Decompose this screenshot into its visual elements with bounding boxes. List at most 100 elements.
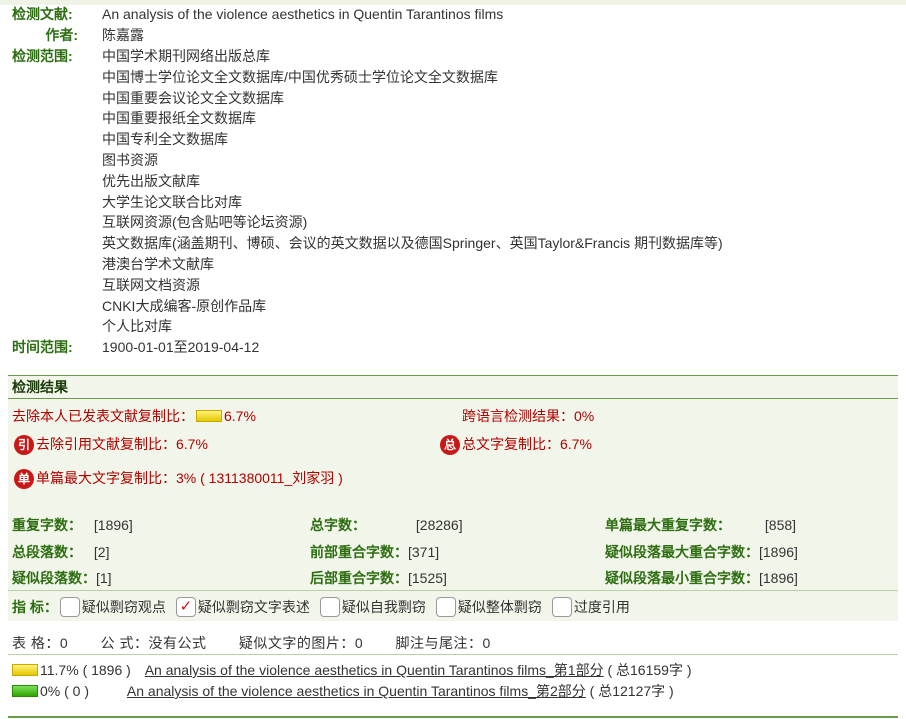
stat-label: 前部重合字数：: [310, 544, 408, 560]
cite-excluded-value: 6.7%: [176, 436, 208, 452]
cross-lang-value: 0%: [574, 408, 595, 424]
stat-front-overlap: 前部重合字数：[371]: [310, 542, 439, 562]
ratio-bar-icon: [12, 664, 38, 676]
cite-badge-icon: 引: [14, 435, 34, 456]
stat-value: [1896]: [93, 517, 133, 533]
footnotes-count: 脚注与尾注：0: [395, 635, 491, 651]
stat-label: 总字数：: [310, 517, 366, 533]
part-total: ( 总12127字 ): [589, 683, 674, 699]
db-item: 个人比对库: [102, 318, 172, 335]
self-excluded-label: 去除本人已发表文献复制比：: [12, 408, 194, 424]
indicator-label: 过度引用: [573, 599, 630, 615]
ratio-bar-icon: [12, 685, 38, 697]
cross-lang-result: 跨语言检测结果：0%: [462, 406, 594, 426]
time-label: 时间范围:: [12, 339, 73, 356]
report-meta: 检测文献: An analysis of the violence aesthe…: [12, 4, 723, 358]
bottom-border: [8, 716, 898, 718]
doc-row: 检测文献: An analysis of the violence aesthe…: [12, 4, 723, 25]
stat-suspect-paras: 疑似段落数：[1]: [12, 568, 112, 588]
indicator-checkbox[interactable]: 疑似整体剽窃: [435, 596, 542, 618]
single-max-value: 3%: [176, 470, 197, 486]
indicator-label: 疑似剽窃文字表述: [197, 599, 310, 615]
stat-total-paras: 总段落数： [2]: [12, 542, 109, 562]
stat-single-max-repeat: 单篇最大重复字数： [858]: [605, 515, 796, 535]
total-copy-label: 总文字复制比：: [462, 436, 560, 452]
stat-para-min-overlap: 疑似段落最小重合字数：[1896]: [605, 568, 798, 588]
stat-value: [1896]: [759, 544, 798, 560]
part-link[interactable]: An analysis of the violence aesthetics i…: [127, 683, 586, 699]
db-item: 互联网资源(包含贴吧等论坛资源): [102, 214, 308, 231]
single-badge-icon: 单: [14, 469, 34, 490]
db-item: 港澳台学术文献库: [102, 255, 214, 272]
total-copy-value: 6.7%: [560, 436, 592, 452]
indicator-checkbox[interactable]: 疑似自我剽窃: [319, 596, 426, 618]
part-pct: 11.7%: [40, 662, 79, 678]
checkbox-box[interactable]: [551, 597, 572, 617]
db-item: 互联网文档资源: [102, 276, 200, 293]
stat-label: 单篇最大重复字数：: [605, 517, 731, 533]
stat-repeat-chars: 重复字数： [1896]: [12, 515, 133, 535]
part-row: 0% ( 0 ) An analysis of the violence aes…: [12, 681, 692, 702]
db-list: 中国学术期刊网络出版总库 中国博士学位论文全文数据库/中国优秀硕士学位论文全文数…: [102, 46, 723, 337]
self-excluded-value: 6.7%: [224, 408, 256, 424]
part-row: 11.7% ( 1896 ) An analysis of the violen…: [12, 660, 692, 681]
single-max-source: ( 1311380011_刘家羽 ): [200, 470, 343, 486]
db-item: 优先出版文献库: [102, 172, 200, 189]
indicator-label: 疑似整体剽窃: [457, 599, 542, 615]
stat-label: 疑似段落最小重合字数：: [605, 570, 759, 586]
cite-excluded-label: 去除引用文献复制比：: [36, 436, 176, 452]
checkbox-box[interactable]: [319, 597, 340, 617]
stat-value: [858]: [764, 517, 797, 533]
tables-count: 表 格：0: [12, 635, 69, 651]
indicator-checkbox[interactable]: 过度引用: [551, 596, 630, 618]
stat-para-max-overlap: 疑似段落最大重合字数：[1896]: [605, 542, 798, 562]
total-badge-icon: 总: [440, 435, 460, 456]
results-header: 检测结果: [8, 376, 898, 399]
cross-lang-label: 跨语言检测结果：: [462, 408, 574, 424]
divider: [8, 590, 898, 591]
part-total: ( 总16159字 ): [607, 662, 692, 678]
indicator-checkbox-checked[interactable]: ✓ 疑似剽窃文字表述: [175, 596, 310, 618]
time-row: 时间范围: 1900-01-01至2019-04-12: [12, 337, 723, 358]
time-value: 1900-01-01至2019-04-12: [102, 339, 260, 356]
indicator-row: 指 标： 疑似剽窃观点 ✓ 疑似剽窃文字表述 疑似自我剽窃 疑似整体剽窃 过度引…: [12, 596, 640, 618]
part-count: ( 1896 ): [82, 662, 131, 678]
part-pct: 0%: [40, 683, 61, 699]
doc-label: 检测文献:: [12, 6, 73, 22]
indicator-checkbox[interactable]: 疑似剽窃观点: [59, 596, 166, 618]
self-excluded-ratio: 去除本人已发表文献复制比： 6.7%: [12, 406, 256, 426]
indicators-label: 指 标：: [12, 599, 58, 615]
db-item: 英文数据库(涵盖期刊、博硕、会议的英文数据以及德国Springer、英国Tayl…: [102, 235, 723, 252]
author-label: 作者:: [45, 27, 78, 43]
results-panel: 检测结果 去除本人已发表文献复制比： 6.7% 跨语言检测结果：0% 引去除引用文…: [8, 375, 898, 621]
author-value: 陈嘉露: [102, 27, 144, 43]
db-item: 中国学术期刊网络出版总库: [102, 48, 270, 64]
formulas-info: 公 式：没有公式: [100, 635, 207, 651]
indicator-label: 疑似剽窃观点: [81, 599, 166, 615]
check-mark-icon[interactable]: ✓: [175, 597, 196, 617]
db-item: 中国专利全文数据库: [102, 131, 228, 148]
author-row: 作者: 陈嘉露: [12, 25, 723, 46]
stat-value: [1896]: [759, 570, 798, 586]
stat-label: 重复字数：: [12, 517, 82, 533]
stat-label: 疑似段落最大重合字数：: [605, 544, 759, 560]
checkbox-box[interactable]: [435, 597, 456, 617]
db-item: 中国博士学位论文全文数据库/中国优秀硕士学位论文全文数据库: [102, 68, 498, 85]
ratio-bar-icon: [196, 410, 222, 422]
stat-value: [1]: [96, 570, 112, 586]
db-item: 大学生论文联合比对库: [102, 193, 242, 210]
single-max-label: 单篇最大文字复制比：: [36, 470, 176, 486]
checkbox-box[interactable]: [59, 597, 80, 617]
stat-label: 疑似段落数：: [12, 570, 96, 586]
scope-label: 检测范围:: [12, 48, 73, 64]
db-item: CNKI大成编客-原创作品库: [102, 297, 267, 314]
stat-value: [371]: [408, 544, 440, 560]
part-link[interactable]: An analysis of the violence aesthetics i…: [145, 662, 604, 678]
stat-back-overlap: 后部重合字数：[1525]: [310, 568, 447, 588]
stat-total-chars: 总字数： [28286]: [310, 515, 463, 535]
divider: [8, 654, 898, 655]
stat-label: 后部重合字数：: [310, 570, 408, 586]
stat-label: 总段落数：: [12, 544, 82, 560]
part-count: ( 0 ): [64, 683, 90, 699]
indicator-label: 疑似自我剽窃: [341, 599, 426, 615]
